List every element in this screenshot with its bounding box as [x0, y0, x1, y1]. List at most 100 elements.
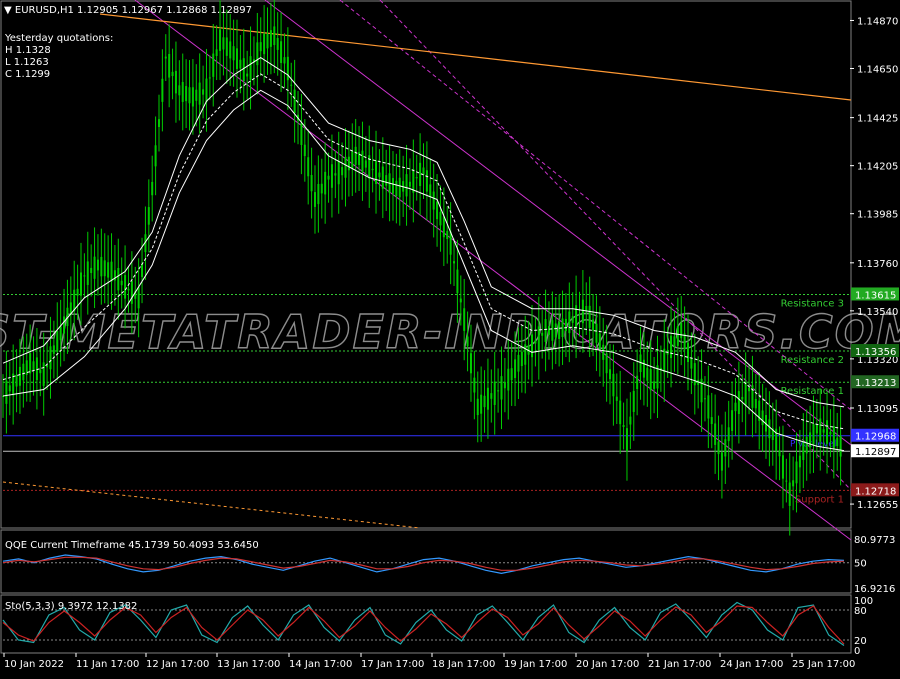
candle-body — [663, 348, 666, 373]
candle-body — [174, 70, 177, 94]
yesterday-title: Yesterday quotations: — [4, 33, 113, 44]
candle-body — [778, 450, 781, 457]
trend-channel — [2, 0, 852, 541]
candle-body — [202, 89, 205, 95]
candle-body — [130, 280, 133, 304]
candle-body — [249, 56, 252, 80]
candle-body — [205, 78, 208, 103]
candle-body — [737, 391, 740, 415]
candle-body — [147, 207, 150, 225]
candle-body — [185, 86, 188, 102]
candle-body — [168, 53, 171, 78]
candle-body — [486, 387, 489, 410]
candle-body — [347, 156, 350, 171]
candle-body — [29, 353, 32, 374]
candle-body — [256, 42, 259, 66]
x-tick-label: 17 Jan 17:00 — [361, 659, 424, 670]
candle-body — [687, 342, 690, 363]
candle-body — [710, 417, 713, 425]
candle-body — [18, 366, 21, 386]
candle-body — [700, 378, 703, 403]
candle-body — [839, 435, 842, 457]
candle-body — [653, 381, 656, 389]
candle-body — [422, 167, 425, 175]
y-tick-label: 1.13095 — [857, 404, 898, 415]
candle-body — [286, 56, 289, 81]
chart-canvas[interactable]: BEST-METATRADER-INDICATORS.COM Resistanc… — [0, 0, 900, 675]
candle-body — [310, 174, 313, 192]
candle-body — [456, 269, 459, 294]
candle-body — [602, 344, 605, 360]
candle-body — [127, 288, 130, 291]
candle-body — [432, 191, 435, 210]
x-tick-label: 18 Jan 17:00 — [432, 659, 495, 670]
candle-body — [822, 429, 825, 433]
candle-body — [541, 332, 544, 336]
candle-body — [395, 180, 398, 197]
candle-body — [453, 261, 456, 264]
candle-body — [371, 168, 374, 171]
y-tick-label: 1.14425 — [857, 114, 898, 125]
metatrader-chart-window[interactable]: BEST-METATRADER-INDICATORS.COM Resistanc… — [0, 0, 900, 675]
candle-body — [510, 368, 513, 381]
candle-body — [242, 58, 245, 82]
candle-body — [341, 167, 344, 176]
candle-body — [83, 275, 86, 277]
candle-body — [344, 156, 347, 178]
level-label-0: Resistance 3 — [781, 298, 844, 309]
candle-body — [324, 171, 327, 195]
candle-body — [805, 436, 808, 454]
candle-body — [208, 77, 211, 79]
panel-title: QQE Current Timeframe 45.1739 50.4093 53… — [5, 540, 259, 551]
candle-body — [625, 428, 628, 452]
candle-body — [429, 184, 432, 198]
candle-body — [39, 369, 42, 374]
candle-body — [802, 441, 805, 460]
candle-body — [819, 418, 822, 442]
candle-body — [636, 375, 639, 390]
time-axis: 10 Jan 2022 11 Jan 17:00 12 Jan 17:00 13 Ja… — [3, 653, 855, 670]
candle-body — [96, 259, 99, 271]
candle-body — [117, 267, 120, 291]
candle-body — [364, 160, 367, 168]
candle-body — [32, 361, 35, 371]
panel-title: Sto(5,3,3) 9.3972 12.1382 — [5, 601, 137, 612]
panel-y-tick: 50 — [854, 559, 867, 570]
candle-body — [79, 272, 82, 296]
candle-body — [313, 192, 316, 207]
candle-body — [439, 211, 442, 226]
candle-body — [632, 390, 635, 412]
candle-body — [514, 359, 517, 379]
candle-body — [554, 323, 557, 338]
candle-body — [832, 426, 835, 449]
x-tick-label: 20 Jan 17:00 — [576, 659, 639, 670]
candle-body — [375, 160, 378, 184]
candle-body — [714, 423, 717, 445]
candle-body — [798, 455, 801, 468]
candle-body — [212, 53, 215, 77]
candle-body — [283, 57, 286, 64]
candle-body — [649, 369, 652, 391]
candle-body — [141, 263, 144, 277]
candle-body — [812, 424, 815, 445]
qqe-panel: 80.9773 50 16.9216 QQE Current Timeframe 45… — [2, 535, 895, 595]
y-tick-label: 1.14650 — [857, 65, 898, 76]
candle-body — [588, 305, 591, 328]
candle-body — [748, 387, 751, 392]
candle-body — [59, 326, 62, 341]
candle-body — [442, 216, 445, 238]
x-tick-label: 25 Jan 17:00 — [792, 659, 855, 670]
panel-y-tick: 80.9773 — [854, 535, 895, 546]
candle-body — [381, 166, 384, 189]
candle-body — [337, 161, 340, 185]
candle-body — [517, 354, 520, 372]
candle-body — [524, 344, 527, 365]
candle-body — [673, 336, 676, 347]
support-trendline — [2, 481, 421, 529]
candle-body — [534, 340, 537, 344]
x-tick-label: 24 Jan 17:00 — [720, 659, 783, 670]
candle-body — [164, 56, 167, 59]
x-tick-label: 19 Jan 17:00 — [504, 659, 567, 670]
candle-body — [547, 326, 550, 335]
stochastic-panel: 10080200Sto(5,3,3) 9.3972 12.1382 — [2, 596, 873, 657]
